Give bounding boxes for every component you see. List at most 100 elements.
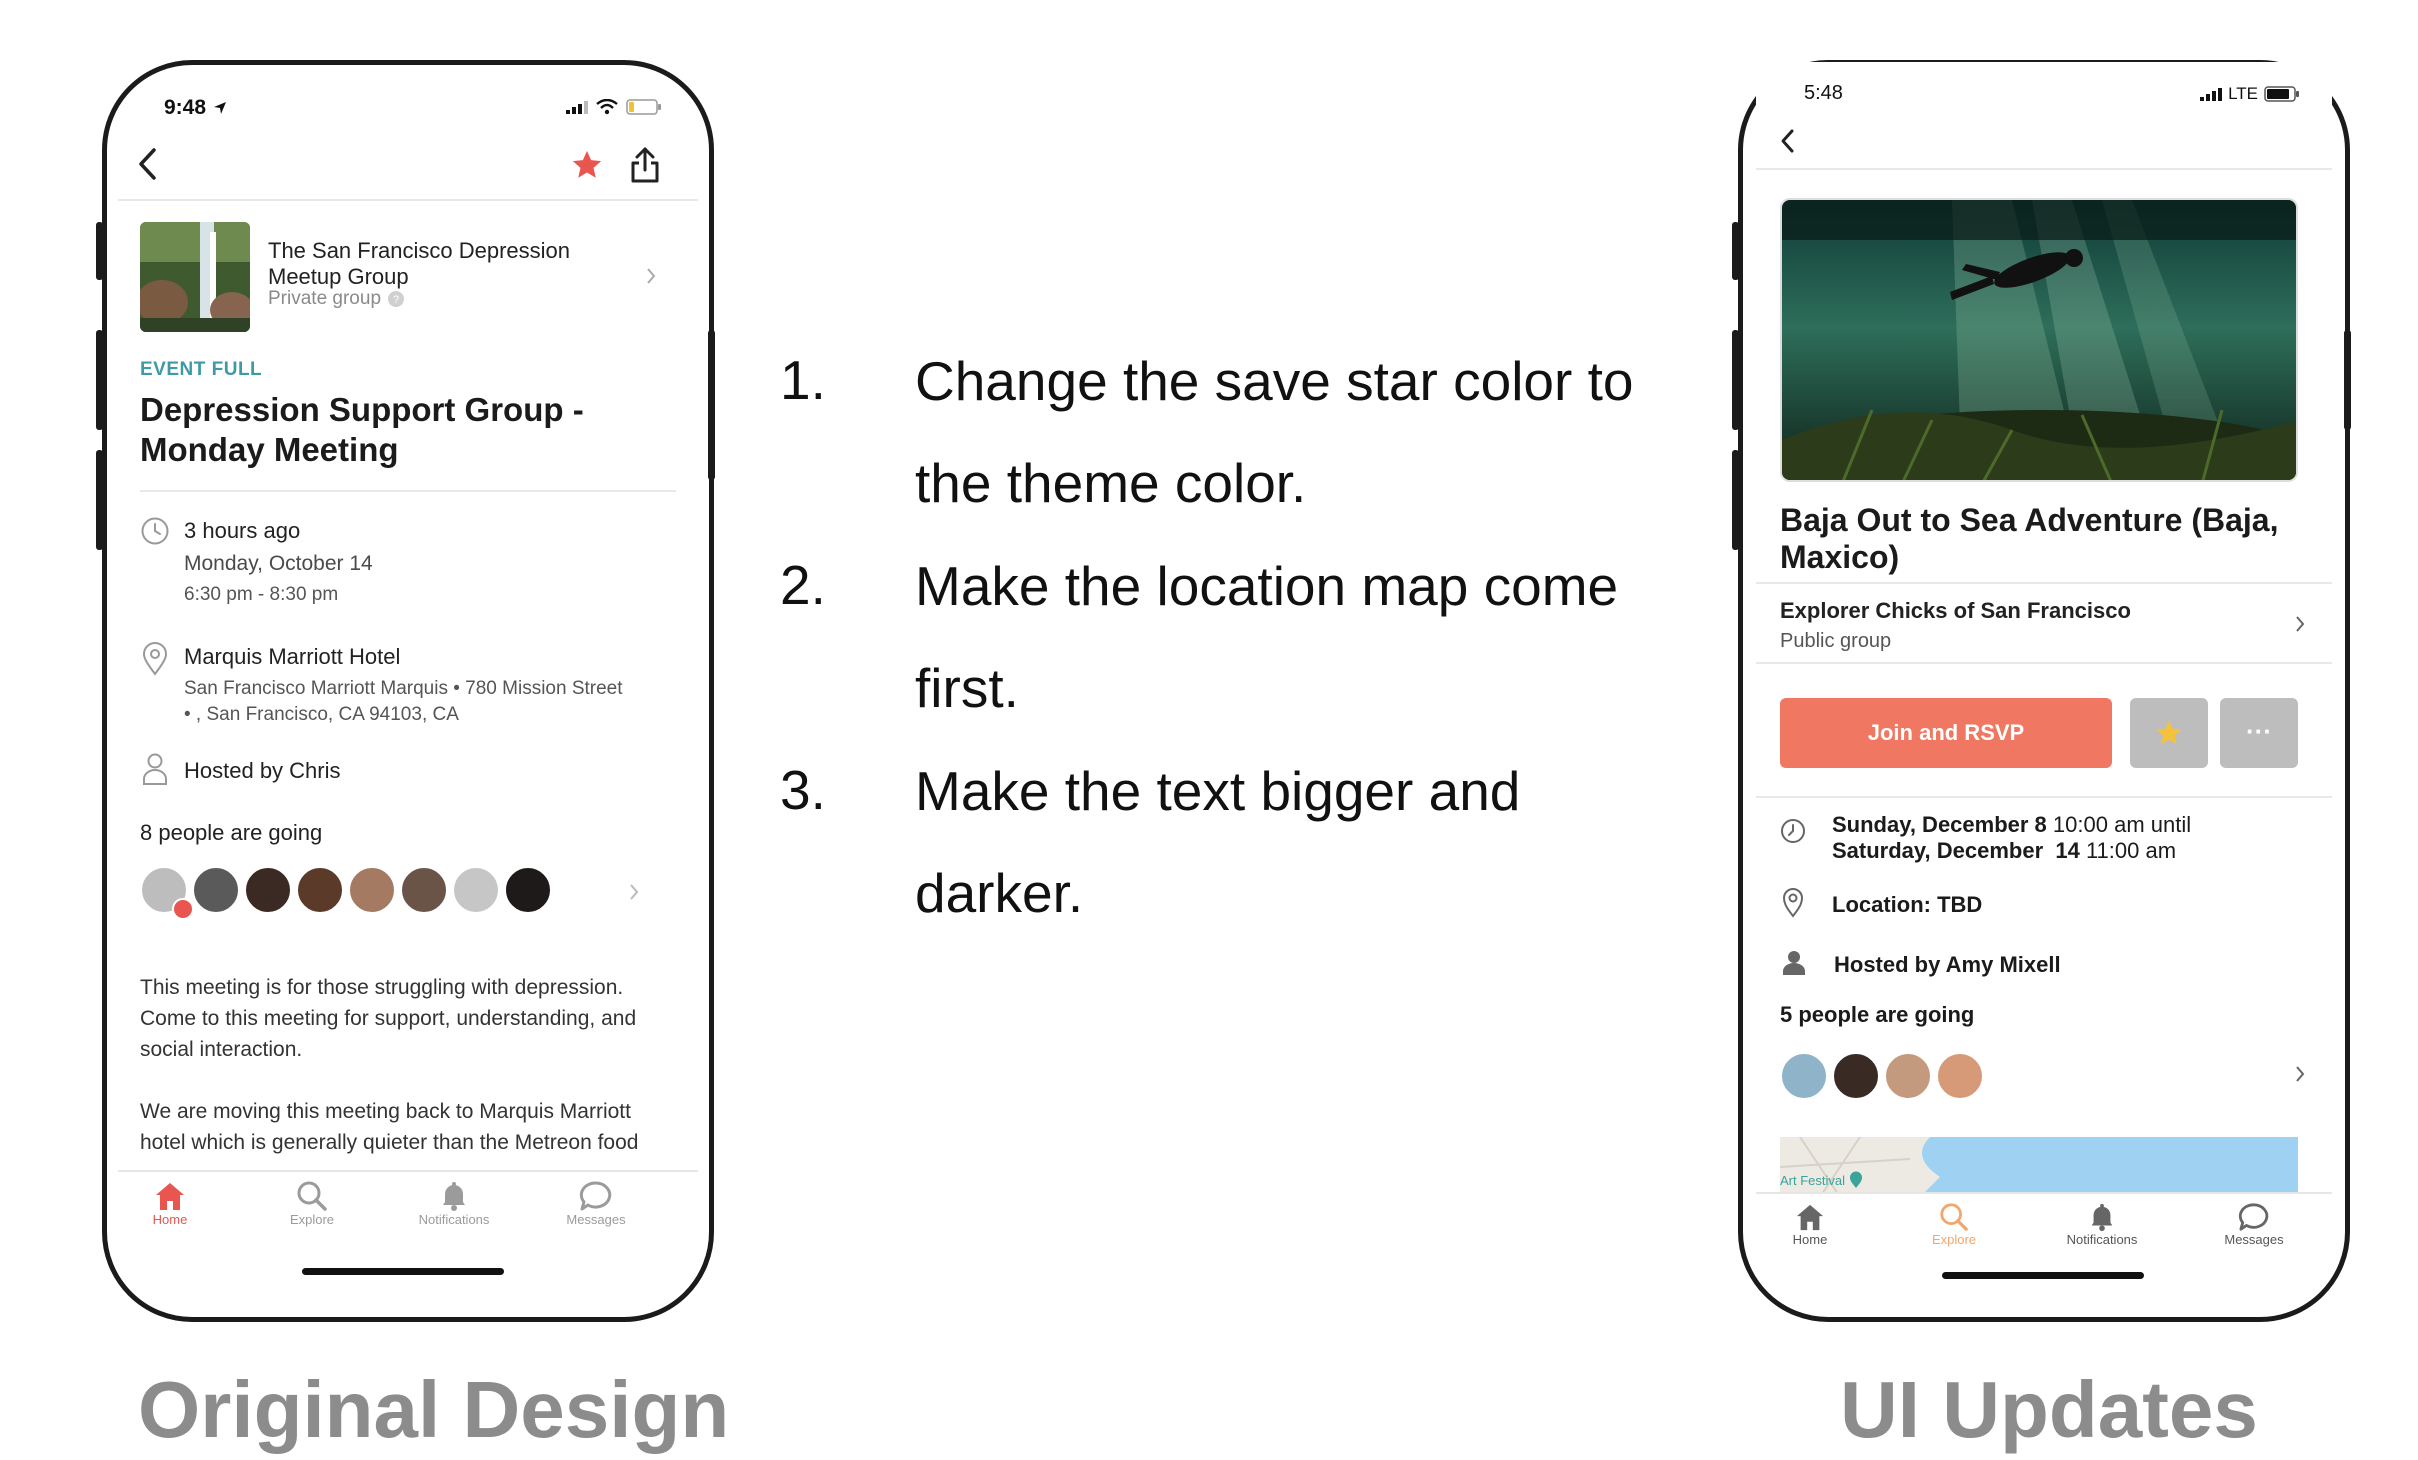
avatar	[1884, 1052, 1932, 1100]
battery-icon	[2264, 86, 2299, 102]
divider	[1756, 168, 2332, 170]
chat-icon	[579, 1181, 612, 1211]
signal-icon	[2200, 88, 2223, 101]
tab-messages[interactable]: Messages	[526, 1180, 666, 1227]
location-address-line2: • , San Francisco, CA 94103, CA	[184, 704, 459, 725]
time-relative: 3 hours ago	[184, 518, 301, 543]
status-icons: LTE	[2200, 84, 2300, 104]
tab-bar: Home Explore Notifications Messages	[118, 1170, 698, 1300]
home-indicator	[302, 1268, 504, 1275]
location-arrow-icon	[214, 102, 227, 114]
instruction-number: 1.	[780, 349, 826, 411]
attendees-label: 8 people are going	[140, 820, 323, 845]
search-icon	[1940, 1203, 1968, 1231]
map-poi-label: Art Festival	[1780, 1172, 1846, 1188]
wifi-icon	[596, 99, 618, 115]
chevron-right-icon	[2296, 616, 2305, 632]
tab-explore[interactable]: Explore	[242, 1180, 382, 1227]
more-options-label: ···	[2246, 716, 2272, 746]
person-icon	[143, 753, 167, 785]
chat-icon	[2238, 1203, 2269, 1231]
hosted-by[interactable]: Hosted by Chris	[184, 758, 341, 784]
phone-side-button	[1732, 330, 1739, 430]
tab-explore[interactable]: Explore	[1884, 1202, 2024, 1247]
group-row[interactable]: Explorer Chicks of San Francisco Public …	[1756, 584, 2332, 658]
join-rsvp-button[interactable]: Join and RSVP	[1780, 698, 2112, 768]
tab-home[interactable]: Home	[1756, 1202, 1880, 1247]
phone-screen: 5:48 LTE Baja Out to Sea Adventure (Baja…	[1756, 62, 2332, 1298]
tab-bar: Home Explore Notifications Messages	[1756, 1192, 2332, 1298]
instruction-number: 3.	[780, 759, 826, 821]
group-photo	[140, 222, 250, 332]
star-icon	[572, 150, 602, 178]
tab-notifications[interactable]: Notifications	[384, 1180, 524, 1227]
map-pin-icon	[1850, 1171, 1863, 1188]
search-icon	[297, 1181, 327, 1211]
clock-icon	[1781, 819, 1805, 843]
join-rsvp-label: Join and RSVP	[1867, 720, 2025, 745]
tab-home-label: Home	[152, 1212, 188, 1227]
attendee-avatars[interactable]	[1780, 1052, 2320, 1102]
chevron-left-icon	[139, 148, 156, 180]
tab-messages[interactable]: Messages	[2184, 1202, 2324, 1247]
network-label: LTE	[2228, 84, 2258, 103]
attendee-avatars[interactable]	[140, 866, 680, 920]
status-icons	[566, 98, 662, 116]
save-star-button[interactable]	[2130, 698, 2208, 768]
event-title: Depression Support Group - Monday Meetin…	[140, 391, 584, 468]
group-row[interactable]: The San Francisco Depression Meetup Grou…	[140, 222, 698, 334]
tab-notifications-label: Notifications	[2066, 1232, 2138, 1247]
hosted-by[interactable]: Hosted by Amy Mixell	[1834, 952, 2061, 978]
tab-notifications[interactable]: Notifications	[2032, 1202, 2172, 1247]
time-date: Monday, October 14	[184, 552, 373, 575]
time-end-time: 11:00 am	[2085, 838, 2177, 863]
back-button[interactable]	[136, 146, 160, 182]
share-button[interactable]	[628, 146, 662, 184]
group-privacy: Private group ?	[268, 288, 405, 310]
location-label[interactable]: Location: TBD	[1832, 892, 1982, 918]
avatar	[192, 866, 240, 914]
svg-text:?: ?	[393, 294, 399, 306]
status-bar-time: 9:48	[164, 96, 228, 120]
help-icon: ?	[388, 291, 405, 307]
location-pin-icon	[142, 642, 168, 676]
tab-messages-label: Messages	[566, 1212, 626, 1227]
tab-home[interactable]: Home	[118, 1180, 240, 1227]
event-status: EVENT FULL	[140, 359, 263, 380]
phone-side-button	[96, 222, 103, 280]
back-button[interactable]	[1778, 126, 1798, 156]
save-star-button[interactable]	[570, 148, 604, 182]
tab-messages-label: Messages	[2224, 1232, 2284, 1247]
time-start-time: 10:00 am until	[2052, 812, 2192, 837]
location-map[interactable]: Art Festival	[1780, 1137, 2298, 1197]
chevron-right-icon	[630, 884, 639, 900]
star-icon	[2156, 720, 2182, 745]
time-range: 6:30 pm - 8:30 pm	[184, 584, 339, 605]
group-name: The San Francisco Depression Meetup Grou…	[268, 238, 571, 289]
phone-side-button	[708, 330, 715, 480]
instruction-number: 2.	[780, 554, 826, 616]
chevron-right-icon	[647, 268, 656, 284]
avatar	[504, 866, 552, 914]
phone-side-button	[96, 450, 103, 550]
location-address-line1: San Francisco Marriott Marquis • 780 Mis…	[184, 678, 623, 699]
tab-explore-label: Explore	[1931, 1232, 1977, 1247]
caption-original-design: Original Design	[138, 1365, 730, 1454]
divider	[1756, 662, 2332, 664]
avatar	[348, 866, 396, 914]
bell-icon	[2091, 1203, 2113, 1232]
more-options-button[interactable]: ···	[2220, 698, 2298, 768]
signal-icon	[566, 101, 588, 114]
caption-ui-updates: UI Updates	[1840, 1365, 2258, 1454]
status-bar-time: 5:48	[1804, 82, 1843, 104]
person-icon	[1783, 951, 1805, 975]
location-name[interactable]: Marquis Marriott Hotel	[184, 644, 400, 670]
bell-icon	[443, 1182, 465, 1211]
avatar	[1780, 1052, 1828, 1100]
divider	[1756, 796, 2332, 798]
home-icon	[1796, 1204, 1824, 1231]
event-hero-image	[1780, 198, 2298, 482]
phone-side-button	[96, 330, 103, 430]
phone-screen: 9:48 The San Francisco Depression Meetup…	[118, 74, 698, 1300]
tab-home-label: Home	[1792, 1232, 1828, 1247]
